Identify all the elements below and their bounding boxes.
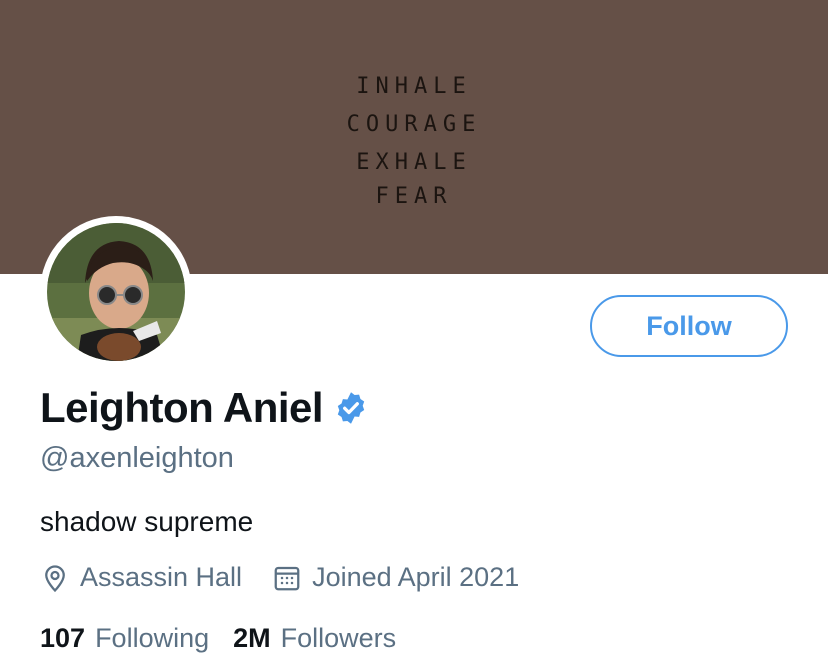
profile-stats: 107 Following 2M Followers — [40, 623, 396, 654]
location-text: Assassin Hall — [80, 562, 243, 592]
followers-link[interactable]: 2M Followers — [233, 623, 396, 654]
verified-badge-icon — [333, 390, 369, 426]
banner-quote-line: EXHALE — [356, 150, 472, 175]
location-pin-icon — [45, 564, 65, 592]
avatar-photo — [47, 223, 185, 361]
follow-button[interactable]: Follow — [590, 295, 788, 357]
followers-count: 2M — [233, 623, 271, 653]
profile-meta: Assassin Hall Joined April 2021 — [40, 562, 519, 593]
following-count: 107 — [40, 623, 86, 653]
location-item: Assassin Hall — [40, 562, 242, 593]
profile-page: INHALE COURAGE EXHALE FEAR Follow Leight… — [0, 0, 828, 671]
joined-date-text: Joined April 2021 — [312, 562, 520, 592]
banner-quote-line: COURAGE — [346, 112, 482, 137]
profile-handle: @axenleighton — [40, 442, 234, 474]
profile-name-row: Leighton Aniel — [40, 384, 369, 432]
joined-item: Joined April 2021 — [272, 562, 519, 593]
profile-name: Leighton Aniel — [40, 384, 324, 431]
banner-quote-line: INHALE — [356, 74, 472, 99]
banner-quote-line: FEAR — [375, 184, 453, 209]
calendar-icon — [274, 566, 300, 590]
following-link[interactable]: 107 Following — [40, 623, 209, 654]
following-label: Following — [95, 623, 210, 653]
followers-label: Followers — [280, 623, 397, 653]
avatar[interactable] — [47, 223, 185, 361]
profile-bio: shadow supreme — [40, 506, 254, 537]
